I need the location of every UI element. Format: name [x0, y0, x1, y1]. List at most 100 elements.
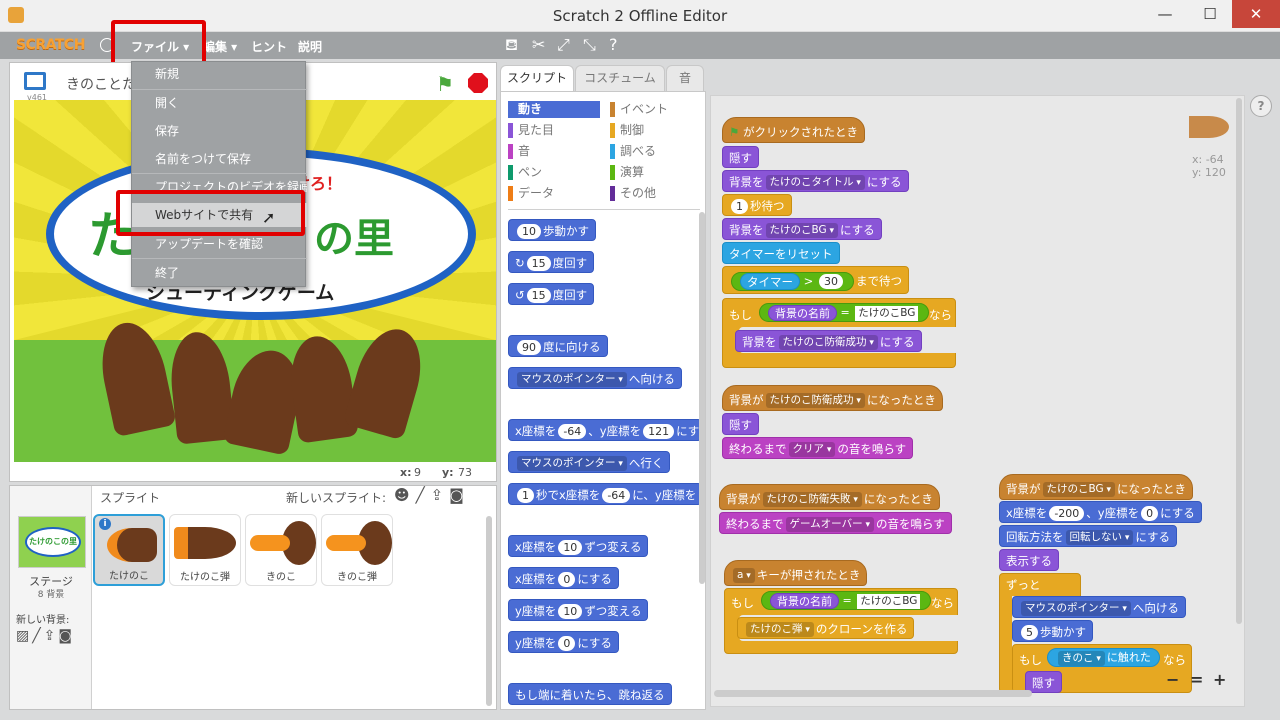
- block-play-sound-until-done[interactable]: 終わるまでゲームオーバーの音を鳴らす: [719, 512, 952, 534]
- block-move-steps[interactable]: 10 歩動かす: [508, 219, 596, 241]
- paint-sprite-icon[interactable]: ╱: [416, 486, 431, 504]
- sprite-x-info: x: -64: [1192, 153, 1224, 166]
- block-switch-backdrop[interactable]: 背景をたけのこタイトルにする: [722, 170, 909, 192]
- zoom-out-icon[interactable]: −: [1166, 670, 1179, 689]
- tab-scripts[interactable]: スクリプト: [500, 65, 574, 93]
- tab-costumes[interactable]: コスチューム: [575, 65, 665, 91]
- grow-icon[interactable]: ⤢: [557, 36, 570, 54]
- category-motion[interactable]: 動き: [508, 101, 600, 118]
- condition-equals[interactable]: 背景の名前 = たけのこBG: [759, 591, 933, 611]
- menu-tips[interactable]: ヒント: [251, 38, 287, 55]
- brush-backdrop-icon[interactable]: ╱: [32, 628, 43, 644]
- category-events[interactable]: イベント: [610, 101, 700, 118]
- new-backdrop-label: 新しい背景:: [16, 615, 70, 626]
- maximize-button[interactable]: ☐: [1188, 0, 1232, 28]
- block-when-backdrop-switches[interactable]: 背景がたけのこBGになったとき: [999, 474, 1194, 500]
- block-show[interactable]: 表示する: [999, 549, 1059, 571]
- menu-item-save[interactable]: 保存: [132, 119, 307, 143]
- sprite-scrollbar[interactable]: [486, 516, 492, 706]
- palette-scrollbar[interactable]: [699, 212, 705, 584]
- block-point-direction[interactable]: 90 度に向ける: [508, 335, 608, 357]
- sprite-takenoko-bullet[interactable]: たけのこ弾: [169, 514, 241, 586]
- block-set-x[interactable]: x座標を 0 にする: [508, 567, 619, 589]
- block-turn-right[interactable]: ↻ 15 度回す: [508, 251, 595, 273]
- zoom-in-icon[interactable]: +: [1213, 670, 1226, 689]
- sprite-takenoko[interactable]: i たけのこ: [93, 514, 165, 586]
- camera-backdrop-icon[interactable]: ◙: [58, 628, 75, 644]
- category-sound[interactable]: 音: [508, 143, 600, 160]
- category-pen[interactable]: ペン: [508, 164, 600, 181]
- block-when-key-pressed[interactable]: aキーが押されたとき: [724, 560, 868, 586]
- category-data[interactable]: データ: [508, 185, 600, 202]
- block-change-x[interactable]: x座標を 10 ずつ変える: [508, 535, 649, 557]
- green-flag-icon[interactable]: ⚑: [436, 72, 454, 96]
- stage-selector[interactable]: たけのこの里 ステージ 8 背景 新しい背景: ▨╱⇪◙: [10, 486, 92, 709]
- block-change-y[interactable]: y座標を 10 ずつ変える: [508, 599, 649, 621]
- x-label: x:: [400, 466, 412, 479]
- menu-edit[interactable]: 編集 ▾: [203, 38, 237, 55]
- info-icon[interactable]: i: [99, 518, 111, 530]
- block-when-flag-clicked[interactable]: ⚑ がクリックされたとき: [722, 117, 865, 143]
- sprite-library-icon[interactable]: ☻: [394, 486, 416, 504]
- menu-item-quit[interactable]: 終了: [132, 261, 307, 285]
- duplicate-stamp-icon[interactable]: ⛾: [505, 36, 518, 54]
- block-when-backdrop-switches[interactable]: 背景がたけのこ防衛成功になったとき: [722, 385, 943, 411]
- project-title-input[interactable]: きのことた: [66, 74, 136, 94]
- block-set-y[interactable]: y座標を 0 にする: [508, 631, 619, 653]
- block-wait-until[interactable]: タイマー > 30 まで待つ: [722, 266, 909, 294]
- block-reset-timer[interactable]: タイマーをリセット: [722, 242, 840, 264]
- shrink-icon[interactable]: ⤡: [583, 36, 596, 54]
- block-point-towards[interactable]: マウスのポインターへ向ける: [508, 367, 682, 389]
- block-goto-xy[interactable]: x座標を -200 、y座標を 0 にする: [999, 501, 1202, 523]
- block-glide[interactable]: 1 秒でx座標を -64 に、y座標を: [508, 483, 702, 505]
- block-hide[interactable]: 隠す: [722, 413, 759, 435]
- category-more[interactable]: その他: [610, 185, 700, 202]
- block-bounce[interactable]: もし端に着いたら、跳ね返る: [508, 683, 672, 705]
- block-switch-backdrop[interactable]: 背景をたけのこBGにする: [722, 218, 882, 240]
- category-control[interactable]: 制御: [610, 122, 700, 139]
- block-switch-backdrop[interactable]: 背景をたけのこ防衛成功にする: [735, 330, 922, 352]
- help-tips-icon[interactable]: ?: [1250, 95, 1272, 117]
- sprite-kinoko-bullet[interactable]: きのこ弾: [321, 514, 393, 586]
- new-sprite-tools: ☻╱⇪◙: [394, 486, 470, 504]
- condition-touching[interactable]: きのこに触れた: [1045, 648, 1162, 668]
- category-operators[interactable]: 演算: [610, 164, 700, 181]
- menu-item-save-as[interactable]: 名前をつけて保存: [132, 147, 307, 171]
- block-set-rotation-style[interactable]: 回転方法を回転しないにする: [999, 525, 1178, 547]
- block-move-steps[interactable]: 5 歩動かす: [1012, 620, 1093, 642]
- block-create-clone[interactable]: たけのこ弾のクローンを作る: [737, 617, 915, 639]
- fullscreen-icon[interactable]: [24, 72, 46, 90]
- stop-sign-icon[interactable]: [468, 73, 488, 93]
- camera-sprite-icon[interactable]: ◙: [449, 486, 470, 504]
- block-when-backdrop-switches[interactable]: 背景がたけのこ防衛失敗になったとき: [719, 484, 940, 510]
- operator-greater[interactable]: タイマー > 30: [731, 272, 854, 291]
- script-hscrollbar[interactable]: [714, 690, 1032, 697]
- block-point-towards[interactable]: マウスのポインターへ向ける: [1012, 596, 1186, 618]
- menu-about[interactable]: 説明: [298, 38, 322, 55]
- upload-sprite-icon[interactable]: ⇪: [431, 486, 450, 504]
- block-hide[interactable]: 隠す: [722, 146, 759, 168]
- menu-item-new[interactable]: 新規: [132, 62, 307, 86]
- close-button[interactable]: ✕: [1232, 0, 1280, 28]
- block-play-sound-until-done[interactable]: 終わるまでクリアの音を鳴らす: [722, 437, 914, 459]
- block-goto[interactable]: マウスのポインターへ行く: [508, 451, 671, 473]
- tab-sounds[interactable]: 音: [666, 65, 704, 91]
- script-vscrollbar[interactable]: [1236, 98, 1242, 624]
- block-wait[interactable]: 1 秒待つ: [722, 194, 792, 216]
- scratch-logo[interactable]: SCRATCH: [16, 37, 85, 53]
- help-icon[interactable]: ?: [609, 36, 618, 54]
- zoom-reset-icon[interactable]: =: [1190, 670, 1203, 689]
- category-sensing[interactable]: 調べる: [610, 143, 700, 160]
- file-dropdown-menu: 新規 開く 保存 名前をつけて保存 プロジェクトのビデオを録画... Webサイ…: [131, 61, 307, 287]
- block-turn-left[interactable]: ↺ 15 度回す: [508, 283, 595, 305]
- condition-equals[interactable]: 背景の名前 = たけのこBG: [757, 303, 931, 323]
- sprite-kinoko[interactable]: きのこ: [245, 514, 317, 586]
- stage-thumbnail[interactable]: たけのこの里: [18, 516, 86, 568]
- paint-backdrop-icon[interactable]: ▨: [16, 628, 32, 644]
- delete-scissors-icon[interactable]: ✂: [532, 36, 545, 54]
- block-goto-xy[interactable]: x座標を -64 、y座標を 121 にす: [508, 419, 702, 441]
- upload-backdrop-icon[interactable]: ⇪: [44, 628, 59, 644]
- menu-item-open[interactable]: 開く: [132, 91, 307, 115]
- category-looks[interactable]: 見た目: [508, 122, 600, 139]
- minimize-button[interactable]: —: [1143, 0, 1187, 28]
